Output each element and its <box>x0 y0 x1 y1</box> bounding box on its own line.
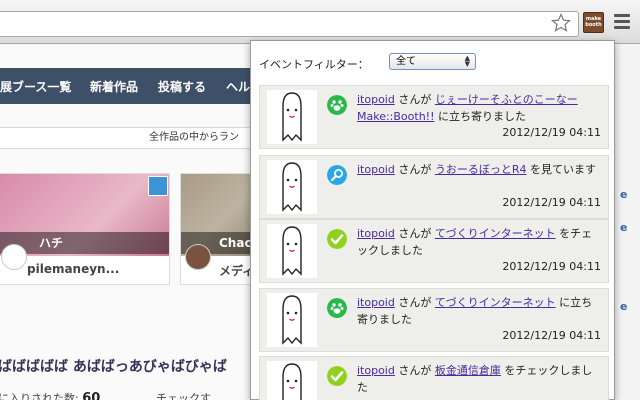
event-timestamp: 2012/12/19 04:11 <box>502 196 601 209</box>
event-target-link[interactable]: うおーるぼっとR4 <box>435 163 527 176</box>
check-label: チェックす <box>156 392 211 400</box>
select-arrows-icon: ▲ ▼ <box>464 54 470 68</box>
event-action: を見ています <box>526 163 597 176</box>
event-timestamp: 2012/12/19 04:11 <box>502 260 601 273</box>
event-user-link[interactable]: itopoid <box>357 163 395 176</box>
work-card[interactable]: ハチ pilemaneyn... <box>0 173 170 285</box>
avatar[interactable] <box>267 224 317 278</box>
paw-icon <box>327 95 347 115</box>
avatar <box>1 244 27 270</box>
nav-item-new-works[interactable]: 新着作品 <box>90 78 138 95</box>
right-letter: e <box>620 221 628 234</box>
avatar[interactable] <box>267 160 317 214</box>
section-title: ばばばばば あばばっあびゃばびゃば <box>0 359 227 375</box>
wrench-menu-icon[interactable] <box>614 14 630 30</box>
favorites-count: に入りされた数: 60 <box>0 390 100 400</box>
event-filter-select[interactable]: 全て ▲ ▼ <box>389 53 476 70</box>
browser-toolbar: make booth <box>0 0 640 44</box>
address-bar[interactable] <box>0 11 579 37</box>
event-target-link[interactable]: 板金通信倉庫 <box>435 364 501 377</box>
event-text: itopoid さんが うおーるぼっとR4 を見ています <box>357 161 603 178</box>
event-action: に立ち寄りました <box>434 110 526 123</box>
avatar[interactable] <box>267 361 317 400</box>
event-user-link[interactable]: itopoid <box>357 296 395 309</box>
right-letter: e <box>620 300 628 313</box>
star-icon[interactable] <box>551 13 571 33</box>
event-target-link[interactable]: てづくりインターネット <box>435 227 556 240</box>
work-user[interactable]: メディ <box>219 262 254 279</box>
avatar[interactable] <box>267 90 317 144</box>
favorites-value: 60 <box>82 391 101 400</box>
nav-item-booth-list[interactable]: 展ブース一覧 <box>0 78 71 95</box>
event-text: itopoid さんが てづくりインターネット をチェックしました <box>357 225 603 259</box>
event-user-link[interactable]: itopoid <box>357 364 395 377</box>
favorites-label: に入りされた数: <box>0 392 79 400</box>
checkmark-icon <box>327 366 347 386</box>
event-user-link[interactable]: itopoid <box>357 93 395 106</box>
event-item: itopoid さんが じぇーけーそふとのこーなーMake::Booth!! に… <box>259 85 609 149</box>
magnifier-icon <box>327 165 347 185</box>
right-column: e e e <box>612 45 640 400</box>
pencil-icon[interactable] <box>148 176 168 196</box>
paw-icon <box>327 298 347 318</box>
work-user[interactable]: pilemaneyn... <box>27 262 119 276</box>
makebooth-extension-button[interactable]: make booth <box>583 12 604 33</box>
event-popup: イベントフィルター： 全て ▲ ▼ itopoid さんが じぇーけーそふとのこー… <box>250 40 615 400</box>
nav-item-post[interactable]: 投稿する <box>158 78 206 95</box>
event-filter-label: イベントフィルター： <box>259 58 369 71</box>
right-letter: e <box>620 188 628 201</box>
event-text: itopoid さんが じぇーけーそふとのこーなーMake::Booth!! に… <box>357 91 603 125</box>
event-filter-value: 全て <box>396 56 416 67</box>
event-verb: さんが <box>394 364 435 377</box>
event-user-link[interactable]: itopoid <box>357 227 395 240</box>
event-verb: さんが <box>394 296 435 309</box>
nav-item-help[interactable]: ヘル <box>226 78 250 95</box>
checkmark-icon <box>327 229 347 249</box>
avatar <box>185 244 211 270</box>
event-timestamp: 2012/12/19 04:11 <box>502 329 601 342</box>
event-text: itopoid さんが てづくりインターネット に立ち寄りました <box>357 294 603 328</box>
event-item: itopoid さんが てづくりインターネット に立ち寄りました 2012/12… <box>259 288 609 352</box>
event-target-link[interactable]: てづくりインターネット <box>435 296 556 309</box>
event-item: itopoid さんが てづくりインターネット をチェックしました 2012/1… <box>259 219 609 283</box>
event-verb: さんが <box>394 227 435 240</box>
ranking-banner[interactable]: 全作品の中からラン <box>0 127 258 149</box>
event-timestamp: 2012/12/19 04:11 <box>502 126 601 139</box>
event-text: itopoid さんが 板金通信倉庫 をチェックしました <box>357 362 603 396</box>
event-verb: さんが <box>394 93 435 106</box>
event-item: itopoid さんが 板金通信倉庫 をチェックしました <box>259 356 609 400</box>
event-verb: さんが <box>394 163 435 176</box>
event-item: itopoid さんが うおーるぼっとR4 を見ています 2012/12/19 … <box>259 155 609 219</box>
avatar[interactable] <box>267 293 317 347</box>
